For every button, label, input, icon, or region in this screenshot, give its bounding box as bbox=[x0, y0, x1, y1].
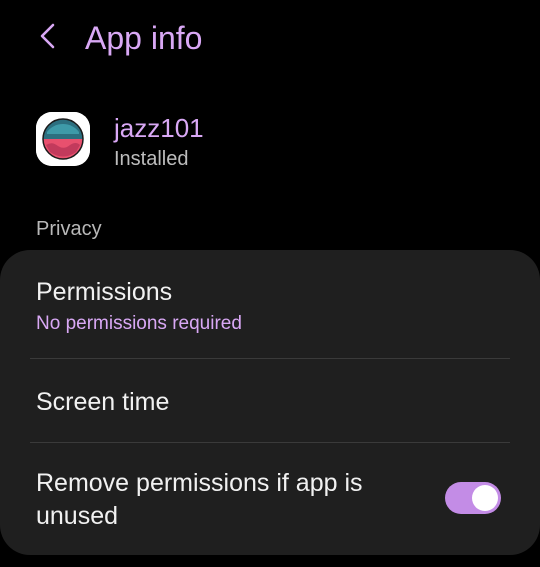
chevron-left-icon bbox=[37, 21, 59, 56]
remove-unused-title-line1: Remove permissions if app is bbox=[36, 469, 363, 497]
app-bar: App info bbox=[0, 0, 540, 80]
permissions-title: Permissions bbox=[36, 278, 173, 306]
remove-unused-permissions-toggle[interactable] bbox=[445, 482, 501, 514]
permissions-item[interactable]: Permissions No permissions required bbox=[0, 260, 540, 358]
back-button[interactable] bbox=[28, 18, 68, 58]
screen-time-title: Screen time bbox=[36, 388, 170, 416]
section-header-privacy: Privacy bbox=[36, 218, 102, 240]
screen-time-item[interactable]: Screen time bbox=[0, 359, 540, 442]
jazz101-app-icon bbox=[36, 112, 90, 166]
app-summary: jazz101 Installed bbox=[0, 108, 540, 180]
page-title: App info bbox=[85, 20, 203, 56]
app-install-status: Installed bbox=[114, 148, 189, 170]
permissions-subtitle: No permissions required bbox=[36, 313, 242, 334]
remove-unused-title-line2: unused bbox=[36, 502, 119, 530]
toggle-thumb bbox=[472, 485, 498, 511]
app-name: jazz101 bbox=[114, 113, 204, 143]
